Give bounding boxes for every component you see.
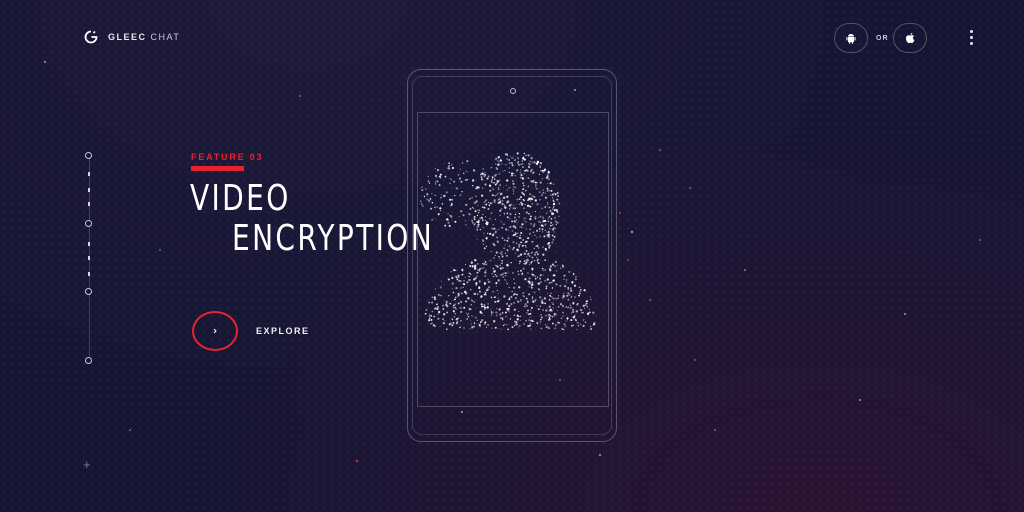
brand-name-bold: GLEEC bbox=[108, 32, 147, 42]
brand-name-light: CHAT bbox=[150, 32, 181, 42]
section-progress-rail bbox=[84, 152, 94, 364]
phone-camera bbox=[510, 88, 516, 94]
hero-title-line1: VIDEO bbox=[190, 178, 291, 219]
plus-icon[interactable]: + bbox=[83, 457, 91, 472]
particle-portrait-image bbox=[420, 152, 596, 330]
explore-label[interactable]: EXPLORE bbox=[256, 326, 310, 336]
rail-node-4[interactable] bbox=[85, 357, 92, 364]
android-download-button[interactable] bbox=[834, 23, 868, 53]
gleec-logo-icon bbox=[84, 30, 98, 44]
explore-button[interactable] bbox=[192, 311, 238, 351]
more-menu-button[interactable] bbox=[970, 30, 974, 45]
feature-eyebrow: FEATURE 03 bbox=[191, 152, 264, 162]
apple-download-button[interactable] bbox=[893, 23, 927, 53]
rail-node-1[interactable] bbox=[85, 152, 92, 159]
rail-node-2[interactable] bbox=[85, 220, 92, 227]
hero-title-line2: ENCRYPTION bbox=[232, 218, 435, 259]
eyebrow-underline bbox=[191, 166, 244, 171]
more-vertical-icon bbox=[970, 30, 973, 33]
apple-icon bbox=[905, 32, 914, 43]
rail-node-3-active[interactable] bbox=[85, 288, 92, 295]
brand-logo[interactable]: GLEEC CHAT bbox=[84, 30, 180, 44]
or-separator: OR bbox=[876, 35, 889, 42]
android-icon bbox=[846, 34, 856, 44]
brand-name: GLEEC CHAT bbox=[108, 32, 180, 42]
chevron-right-icon bbox=[213, 328, 217, 334]
